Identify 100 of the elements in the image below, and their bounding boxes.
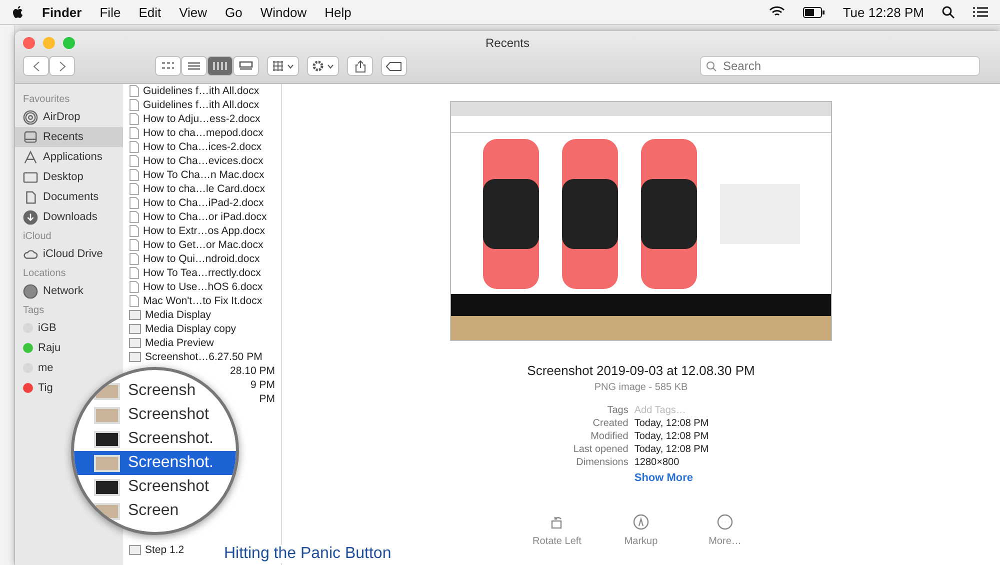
action-button[interactable]: Rotate Left: [527, 514, 587, 547]
action-button[interactable]: More…: [695, 514, 755, 547]
sidebar-item[interactable]: Network: [15, 281, 123, 301]
file-row[interactable]: Media Preview: [123, 336, 220, 350]
sidebar-item[interactable]: iGB: [15, 318, 64, 338]
file-row[interactable]: Media Display: [123, 308, 217, 322]
menu-item[interactable]: Finder: [42, 4, 82, 20]
file-row[interactable]: Media Display copy: [123, 322, 242, 336]
view-mode-button[interactable]: [155, 56, 181, 76]
view-icon: [161, 61, 175, 71]
sidebar-heading: Tags: [22, 304, 46, 318]
file-row[interactable]: How to Use…hOS 6.docx: [123, 280, 269, 294]
file-row[interactable]: How to Get…or Mac.docx: [123, 238, 270, 252]
file-row[interactable]: How to Extr…os App.docx: [123, 224, 271, 238]
info-value: Today, 12:08 PM: [634, 418, 709, 429]
tag-icon: [386, 62, 402, 70]
back-button[interactable]: [23, 56, 49, 76]
file-name: Screenshot 2019-09-03 at 12.08.30 PM: [527, 363, 755, 378]
battery-icon[interactable]: [802, 6, 825, 18]
sidebar-heading: Favourites: [22, 93, 71, 107]
search-icon[interactable]: [942, 6, 955, 18]
action-button[interactable]: [307, 56, 339, 76]
file-row[interactable]: How to Cha…ices-2.docx: [123, 140, 268, 154]
info-label: Last opened: [573, 444, 628, 455]
image-file-icon: [129, 310, 141, 320]
file-row[interactable]: Mac Won't…to Fix It.docx: [123, 294, 268, 308]
document-icon: [129, 267, 139, 279]
document-icon: [129, 113, 139, 125]
caret-icon: [327, 64, 334, 68]
list-icon[interactable]: [973, 6, 988, 18]
view-mode-button[interactable]: [233, 56, 259, 76]
image-file-icon: [129, 338, 141, 348]
sidebar-item[interactable]: Downloads: [15, 207, 123, 227]
document-icon: [129, 211, 139, 223]
sidebar-item[interactable]: Recents: [15, 127, 123, 147]
file-kind: PNG image - 585 KB: [594, 382, 688, 393]
document-icon: [129, 253, 139, 265]
group-button[interactable]: [267, 56, 299, 76]
forward-button[interactable]: [49, 56, 75, 76]
file-row[interactable]: How to cha…le Card.docx: [123, 182, 271, 196]
document-icon: [129, 85, 139, 97]
info-value: Today, 12:08 PM: [634, 431, 709, 442]
action-button[interactable]: Markup: [611, 514, 671, 547]
sidebar-heading: Locations: [22, 267, 67, 281]
file-row[interactable]: Guidelines f…ith All.docx: [123, 98, 266, 112]
wifi-icon[interactable]: [768, 6, 785, 18]
search-field[interactable]: Search: [700, 56, 980, 76]
view-icon: [213, 61, 227, 71]
file-row[interactable]: Screenshot…6.27.50 PM: [123, 350, 268, 364]
view-mode-button[interactable]: [181, 56, 207, 76]
document-icon: [23, 190, 38, 204]
file-row[interactable]: How To Tea…rrectly.docx: [123, 266, 267, 280]
close-button[interactable]: [23, 37, 35, 49]
file-row[interactable]: PM: [253, 392, 281, 406]
menu-item[interactable]: Help: [324, 4, 352, 20]
file-row[interactable]: How to Qui…ndroid.docx: [123, 252, 266, 266]
menu-item[interactable]: Go: [225, 4, 242, 20]
caret-icon: [287, 64, 294, 68]
file-row[interactable]: How to Adju…ess-2.docx: [123, 112, 266, 126]
sidebar-item[interactable]: Applications: [15, 147, 123, 167]
sidebar-heading: iCloud: [22, 230, 52, 244]
chevron-right-icon: [58, 60, 66, 72]
document-icon: [129, 141, 139, 153]
file-row[interactable]: How to Cha…or iPad.docx: [123, 210, 273, 224]
menu-item[interactable]: File: [100, 4, 121, 20]
document-icon: [129, 239, 139, 251]
tag-button[interactable]: [381, 56, 407, 76]
document-icon: [129, 197, 139, 209]
file-row[interactable]: How To Cha…n Mac.docx: [123, 168, 270, 182]
info-value: 1280×800: [634, 457, 680, 468]
sidebar-item[interactable]: Tig: [15, 378, 61, 398]
view-mode-button[interactable]: [207, 56, 233, 76]
menu-item[interactable]: Window: [260, 4, 307, 20]
file-row[interactable]: 9 PM: [244, 378, 281, 392]
sidebar-item[interactable]: AirDrop: [15, 107, 123, 127]
document-icon: [129, 169, 139, 181]
sidebar-item[interactable]: Desktop: [15, 167, 123, 187]
sidebar-item[interactable]: me: [15, 358, 62, 378]
menu-clock[interactable]: Tue 12:28 PM: [842, 4, 924, 20]
thumbnail-icon: [94, 478, 120, 496]
file-row[interactable]: Step 1.2: [123, 543, 190, 557]
file-row[interactable]: How to Cha…iPad-2.docx: [123, 196, 270, 210]
gear-icon: [312, 60, 324, 72]
sidebar-item[interactable]: Raju: [15, 338, 69, 358]
image-file-icon: [129, 352, 141, 362]
apple-logo-icon[interactable]: [12, 5, 24, 19]
share-button[interactable]: [347, 56, 373, 76]
menu-item[interactable]: View: [179, 4, 208, 20]
sidebar-item[interactable]: Documents: [15, 187, 123, 207]
info-value: Today, 12:08 PM: [634, 444, 709, 455]
file-row[interactable]: Guidelines f…ith All.docx: [123, 84, 266, 98]
airdrop-icon: [23, 110, 38, 124]
file-row[interactable]: How to cha…mepod.docx: [123, 126, 270, 140]
sidebar-item[interactable]: iCloud Drive: [15, 244, 123, 264]
file-row[interactable]: How to Cha…evices.docx: [123, 154, 270, 168]
show-more-link[interactable]: Show More: [634, 472, 709, 484]
info-label: Dimensions: [575, 457, 628, 468]
more-icon: [717, 514, 733, 530]
menu-item[interactable]: Edit: [138, 4, 162, 20]
view-icon: [239, 61, 253, 71]
